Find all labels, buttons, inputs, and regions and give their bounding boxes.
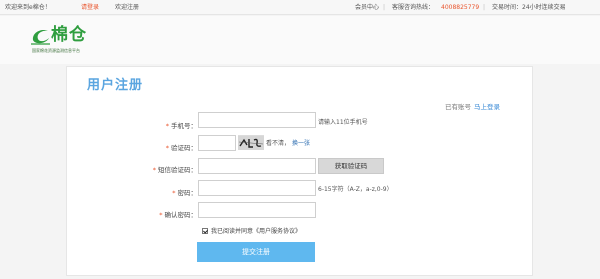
phone-label: * 手机号： <box>165 122 197 130</box>
register-link[interactable]: 欢迎注册 <box>115 0 139 15</box>
confirm-password-input[interactable] <box>198 202 316 218</box>
password-input[interactable] <box>198 180 316 196</box>
have-account: 已有账号 马上登录 <box>445 101 500 111</box>
sms-code-label: * 短信验证码： <box>152 166 197 174</box>
required-mark: * <box>172 189 176 197</box>
logo-name: 棉仓 <box>51 25 87 45</box>
required-mark: * <box>165 144 169 152</box>
required-mark: * <box>165 122 169 130</box>
separator: | <box>483 4 486 11</box>
have-account-text: 已有账号 <box>445 103 471 111</box>
hotline-label: 客服咨询热线： <box>392 4 435 11</box>
hotline-number: 4008825779 <box>441 4 480 11</box>
captcha-hint: 看不清， 换一张 <box>266 140 311 147</box>
required-mark: * <box>159 211 163 219</box>
password-label: * 密码： <box>172 189 197 197</box>
agreement[interactable]: 我已阅读并同意《用户服务协议》 <box>202 226 301 235</box>
site-logo[interactable]: 棉仓 国家棉花资源监测信息平台 <box>30 24 105 60</box>
confirm-password-label: * 确认密码： <box>159 211 197 219</box>
sms-code-input[interactable] <box>198 158 316 174</box>
captcha-noise-icon <box>238 136 264 150</box>
captcha-input[interactable] <box>198 135 236 151</box>
header: 棉仓 国家棉花资源监测信息平台 <box>0 16 600 64</box>
login-link[interactable]: 请登录 <box>81 0 99 15</box>
required-mark: * <box>152 166 156 174</box>
refresh-captcha-link[interactable]: 换一张 <box>292 140 310 147</box>
agreement-text: 我已阅读并同意《用户服务协议》 <box>211 228 302 235</box>
register-panel: 用户注册 已有账号 马上登录 * 手机号： 请输入11位手机号 * 验证码： 看不清，… <box>66 66 533 276</box>
captcha-image[interactable] <box>238 135 264 150</box>
trading-hours: 交易时间：24小时连续交易 <box>492 4 566 11</box>
page-title: 用户注册 <box>87 78 144 93</box>
logo-tagline: 国家棉花资源监测信息平台 <box>32 48 80 53</box>
get-code-button[interactable]: 获取验证码 <box>318 158 384 174</box>
top-bar: 欢迎来到e棉仓！ 请登录 欢迎注册 会员中心 | 客服咨询热线： 4008825… <box>0 0 600 15</box>
separator: | <box>383 4 386 11</box>
phone-hint: 请输入11位手机号 <box>318 119 368 126</box>
member-center-link[interactable]: 会员中心 <box>355 0 379 15</box>
agree-checkbox[interactable] <box>202 228 208 234</box>
logo-swoosh-icon <box>31 30 50 45</box>
login-now-link[interactable]: 马上登录 <box>474 103 500 111</box>
submit-button[interactable]: 提交注册 <box>197 242 315 262</box>
welcome-text: 欢迎来到e棉仓！ <box>5 4 51 11</box>
phone-input[interactable] <box>198 112 316 128</box>
captcha-label: * 验证码： <box>165 144 197 152</box>
password-hint: 6-15字符（A-Z，a-z,0-9） <box>318 186 393 193</box>
